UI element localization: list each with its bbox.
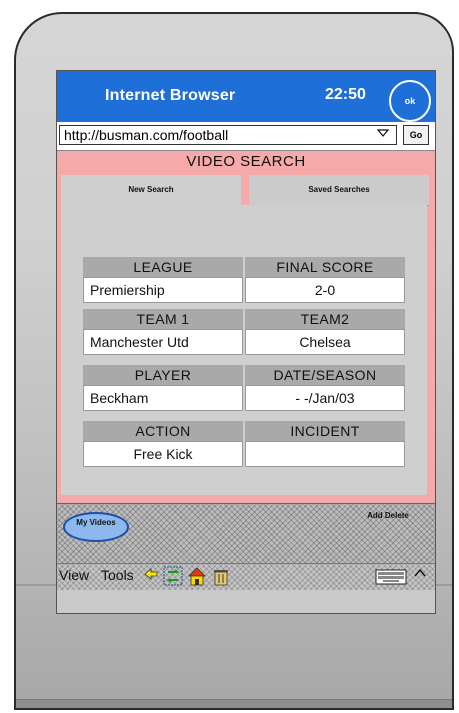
address-bar: http://busman.com/football Go xyxy=(57,122,435,151)
date-season-label: DATE/SEASON xyxy=(245,365,405,385)
view-menu[interactable]: View xyxy=(59,567,89,583)
clock-time: 22:50 xyxy=(325,86,366,103)
player-label: PLAYER xyxy=(83,365,243,385)
keyboard-icon[interactable] xyxy=(375,566,407,586)
my-videos-button[interactable]: My Videos xyxy=(63,512,129,542)
app-title: Internet Browser xyxy=(105,87,236,104)
incident-input[interactable] xyxy=(245,441,405,467)
page-title: VIDEO SEARCH xyxy=(186,153,306,170)
video-search-page: VIDEO SEARCH New Search Saved Searches L… xyxy=(57,151,435,503)
screen-bottom-strip xyxy=(57,590,435,613)
screen: Internet Browser 22:50 ok http://busman.… xyxy=(56,70,436,614)
action-input[interactable]: Free Kick xyxy=(83,441,243,467)
team2-input[interactable]: Chelsea xyxy=(245,329,405,355)
title-bar: Internet Browser 22:50 ok xyxy=(57,71,435,122)
tab-new-search[interactable]: New Search xyxy=(61,175,241,205)
tab-saved-searches[interactable]: Saved Searches xyxy=(249,175,429,206)
final-score-field: FINAL SCORE 2-0 xyxy=(245,257,405,303)
date-season-field: DATE/SEASON - -/Jan/03 xyxy=(245,365,405,411)
dropdown-arrow-icon[interactable] xyxy=(375,127,391,143)
scroll-up-caret-icon[interactable] xyxy=(413,566,427,583)
player-field: PLAYER Beckham xyxy=(83,365,243,411)
incident-field: INCIDENT xyxy=(245,421,405,467)
device-frame: Internet Browser 22:50 ok http://busman.… xyxy=(14,12,454,710)
back-arrow-icon[interactable] xyxy=(143,566,159,585)
refresh-icon[interactable] xyxy=(163,566,183,586)
team1-field: TEAM 1 Manchester Utd xyxy=(83,309,243,355)
shortcut-bar: My Videos Add Delete xyxy=(57,503,435,564)
league-label: LEAGUE xyxy=(83,257,243,277)
device-base xyxy=(16,699,452,708)
team2-label: TEAM2 xyxy=(245,309,405,329)
team1-input[interactable]: Manchester Utd xyxy=(83,329,243,355)
team2-field: TEAM2 Chelsea xyxy=(245,309,405,355)
ok-button[interactable]: ok xyxy=(389,80,431,122)
final-score-label: FINAL SCORE xyxy=(245,257,405,277)
date-season-input[interactable]: - -/Jan/03 xyxy=(245,385,405,411)
tools-menu[interactable]: Tools xyxy=(101,567,134,583)
final-score-input[interactable]: 2-0 xyxy=(245,277,405,303)
home-icon[interactable] xyxy=(187,566,207,586)
add-delete-button[interactable]: Add Delete xyxy=(365,510,411,521)
device-band-2 xyxy=(16,614,452,615)
trash-icon[interactable] xyxy=(211,566,231,586)
league-input[interactable]: Premiership xyxy=(83,277,243,303)
team1-label: TEAM 1 xyxy=(83,309,243,329)
incident-label: INCIDENT xyxy=(245,421,405,441)
player-input[interactable]: Beckham xyxy=(83,385,243,411)
league-field: LEAGUE Premiership xyxy=(83,257,243,303)
action-label: ACTION xyxy=(83,421,243,441)
action-field: ACTION Free Kick xyxy=(83,421,243,467)
bottom-toolbar: View Tools xyxy=(57,563,435,591)
url-input[interactable]: http://busman.com/football xyxy=(59,125,397,145)
search-form-panel: LEAGUE Premiership FINAL SCORE 2-0 TEAM … xyxy=(61,205,427,495)
go-button[interactable]: Go xyxy=(403,125,429,145)
